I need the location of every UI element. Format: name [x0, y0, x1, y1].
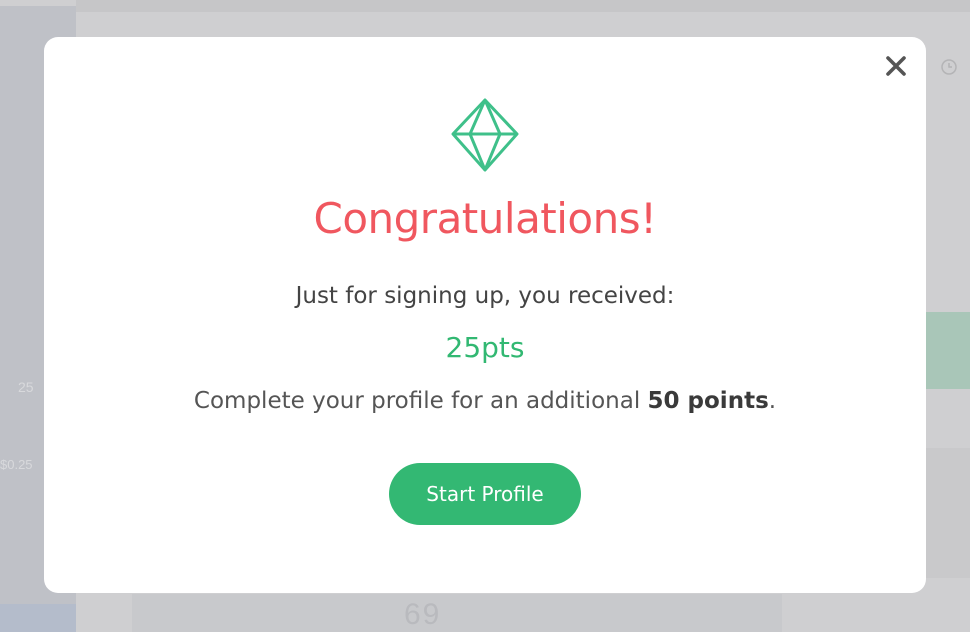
background-header [76, 0, 970, 12]
background-right-panel [926, 448, 970, 578]
background-green-panel [926, 312, 970, 389]
signup-reward-text: Just for signing up, you received: [295, 283, 675, 309]
profile-bonus-text: Complete your profile for an additional … [44, 385, 926, 417]
modal-title: Congratulations! [313, 194, 657, 243]
profile-bonus-suffix: . [768, 388, 777, 414]
congratulations-modal: Congratulations! Just for signing up, yo… [44, 37, 926, 593]
profile-bonus-points: 50 points [647, 388, 769, 414]
background-cost: $0.25 [0, 457, 33, 472]
background-digits: 69 [404, 598, 442, 631]
start-profile-button[interactable]: Start Profile [389, 463, 581, 525]
profile-bonus-prefix: Complete your profile for an additional [193, 388, 648, 414]
background-bottom-panel [132, 594, 782, 632]
points-awarded: 25pts [445, 331, 525, 364]
diamond-icon [451, 98, 519, 172]
background-value: 25 [18, 379, 34, 395]
background-sidebar-footer [0, 604, 76, 632]
clock-icon [941, 59, 957, 75]
close-icon[interactable] [884, 54, 908, 78]
